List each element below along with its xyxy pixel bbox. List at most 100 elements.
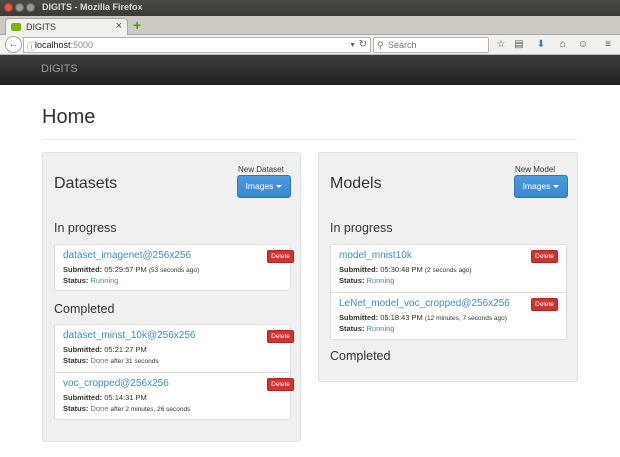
- models-in-progress-title: In progress: [330, 221, 393, 235]
- url-text: localhost:5000: [35, 40, 93, 50]
- submitted-label: Submitted:: [63, 393, 103, 402]
- datasets-completed-title: Completed: [54, 302, 115, 316]
- new-dataset-images-button[interactable]: Images: [237, 175, 291, 198]
- submitted-ago: (2 seconds ago): [424, 267, 472, 274]
- list-item: dataset_imagenet@256x256 Submitted: 05:2…: [55, 245, 294, 291]
- reload-icon[interactable]: ↻: [359, 38, 367, 52]
- submitted-time: 05:21:27 PM: [104, 345, 147, 354]
- job-status: Status: Done after 31 seconds: [63, 356, 159, 365]
- delete-button[interactable]: Delete: [267, 330, 294, 343]
- list-item: dataset_minst_10k@256x256 Submitted: 05:…: [55, 325, 294, 372]
- job-submitted: Submitted: 05:30:48 PM (2 seconds ago): [339, 265, 472, 274]
- nvidia-favicon-icon: [11, 23, 21, 31]
- job-status: Status: Done after 2 minutes, 26 seconds: [63, 404, 190, 413]
- delete-button[interactable]: Delete: [531, 298, 558, 311]
- submitted-time: 05:14:31 PM: [104, 393, 147, 402]
- search-bar[interactable]: ⚲: [373, 37, 489, 53]
- job-status: Status: Running: [339, 276, 394, 285]
- job-submitted: Submitted: 05:14:31 PM: [63, 393, 147, 402]
- delete-button[interactable]: Delete: [267, 378, 294, 391]
- window-titlebar: DIGITS - Mozilla Firefox: [0, 0, 620, 16]
- window-close-button[interactable]: [4, 3, 13, 12]
- models-panel: Models New Model Images In progress mode…: [318, 152, 578, 382]
- status-value: Done: [90, 404, 109, 413]
- submitted-time: 05:29:57 PM: [104, 265, 147, 274]
- app-brand[interactable]: DIGITS: [41, 63, 78, 75]
- window-minimize-button[interactable]: [15, 3, 24, 12]
- window-maximize-button[interactable]: [26, 3, 35, 12]
- status-label: Status:: [339, 276, 365, 285]
- new-model-images-button[interactable]: Images: [514, 175, 568, 198]
- status-detail: after 2 minutes, 26 seconds: [110, 406, 191, 413]
- status-label: Status:: [63, 404, 89, 413]
- tab-strip: DIGITS ×: [0, 16, 620, 35]
- url-host: localhost: [35, 40, 71, 50]
- datasets-completed-list: dataset_minst_10k@256x256 Submitted: 05:…: [54, 324, 294, 420]
- submitted-label: Submitted:: [63, 265, 103, 274]
- new-tab-plus-icon[interactable]: +: [133, 18, 145, 32]
- reading-list-icon[interactable]: ▤: [512, 37, 526, 52]
- url-port: :5000: [70, 40, 94, 50]
- job-link[interactable]: voc_cropped@256x256: [63, 378, 169, 389]
- new-dataset-button-label: Images: [245, 181, 274, 191]
- job-link[interactable]: model_mnist10k: [339, 250, 412, 261]
- browser-nav-bar: ← ⓘ localhost:5000 ▼ ↻ ⚲ ☆ ▤ ⬇ ⌂ ☺ ≡: [0, 35, 620, 55]
- delete-button[interactable]: Delete: [267, 250, 294, 263]
- datasets-title: Datasets: [54, 175, 118, 192]
- job-submitted: Submitted: 05:18:43 PM (12 minutes, 7 se…: [339, 313, 507, 322]
- models-title: Models: [330, 175, 382, 192]
- job-status: Status: Running: [339, 324, 394, 333]
- caret-down-icon: [553, 185, 560, 189]
- status-label: Status:: [63, 356, 89, 365]
- app-navbar: DIGITS: [0, 55, 620, 85]
- job-status: Status: Running: [63, 276, 118, 285]
- chat-icon[interactable]: ☺: [576, 37, 590, 52]
- job-submitted: Submitted: 05:29:57 PM (53 seconds ago): [63, 265, 199, 274]
- models-in-progress-list: model_mnist10k Submitted: 05:30:48 PM (2…: [330, 244, 567, 340]
- job-link[interactable]: dataset_imagenet@256x256: [63, 250, 191, 261]
- new-dataset-label: New Dataset: [238, 165, 284, 174]
- submitted-ago: (12 minutes, 7 seconds ago): [424, 315, 507, 322]
- submitted-time: 05:30:48 PM: [380, 265, 423, 274]
- status-detail: after 31 seconds: [110, 358, 159, 365]
- status-value: Done: [90, 356, 109, 365]
- submitted-label: Submitted:: [339, 313, 379, 322]
- job-link[interactable]: dataset_minst_10k@256x256: [63, 330, 195, 341]
- submitted-label: Submitted:: [63, 345, 103, 354]
- status-label: Status:: [339, 324, 365, 333]
- new-model-label: New Model: [515, 165, 556, 174]
- status-value: Running: [90, 276, 119, 285]
- download-arrow-icon[interactable]: ⬇: [534, 37, 548, 52]
- url-bar[interactable]: ⓘ localhost:5000 ▼ ↻: [23, 37, 371, 53]
- status-value: Running: [366, 324, 395, 333]
- status-value: Running: [366, 276, 395, 285]
- job-link[interactable]: LeNet_model_voc_cropped@256x256: [339, 298, 510, 309]
- search-icon: ⚲: [377, 40, 384, 50]
- datasets-in-progress-list: dataset_imagenet@256x256 Submitted: 05:2…: [54, 244, 294, 291]
- delete-button[interactable]: Delete: [531, 250, 558, 263]
- list-item: model_mnist10k Submitted: 05:30:48 PM (2…: [331, 245, 566, 292]
- page-title: Home: [42, 106, 96, 128]
- tab-digits[interactable]: DIGITS ×: [5, 18, 128, 35]
- submitted-label: Submitted:: [339, 265, 379, 274]
- datasets-panel: Datasets New Dataset Images In progress …: [42, 152, 301, 442]
- caret-down-icon: [276, 185, 283, 189]
- url-history-dropdown-icon[interactable]: ▼: [349, 39, 356, 52]
- datasets-in-progress-title: In progress: [54, 221, 117, 235]
- list-item: LeNet_model_voc_cropped@256x256 Submitte…: [331, 292, 566, 340]
- submitted-time: 05:18:43 PM: [380, 313, 423, 322]
- list-item: voc_cropped@256x256 Submitted: 05:14:31 …: [55, 372, 294, 420]
- window-title: DIGITS - Mozilla Firefox: [42, 2, 143, 12]
- bookmark-star-icon[interactable]: ☆: [494, 37, 508, 52]
- menu-hamburger-icon[interactable]: ≡: [601, 37, 615, 52]
- tab-title: DIGITS: [26, 22, 57, 32]
- new-model-button-label: Images: [522, 181, 551, 191]
- home-icon[interactable]: ⌂: [556, 37, 570, 52]
- models-completed-title: Completed: [330, 349, 391, 363]
- tab-close-icon[interactable]: ×: [116, 20, 122, 33]
- job-submitted: Submitted: 05:21:27 PM: [63, 345, 147, 354]
- search-input[interactable]: [388, 39, 486, 51]
- back-arrow-icon[interactable]: ←: [5, 36, 22, 53]
- title-divider: [42, 139, 578, 140]
- status-label: Status:: [63, 276, 89, 285]
